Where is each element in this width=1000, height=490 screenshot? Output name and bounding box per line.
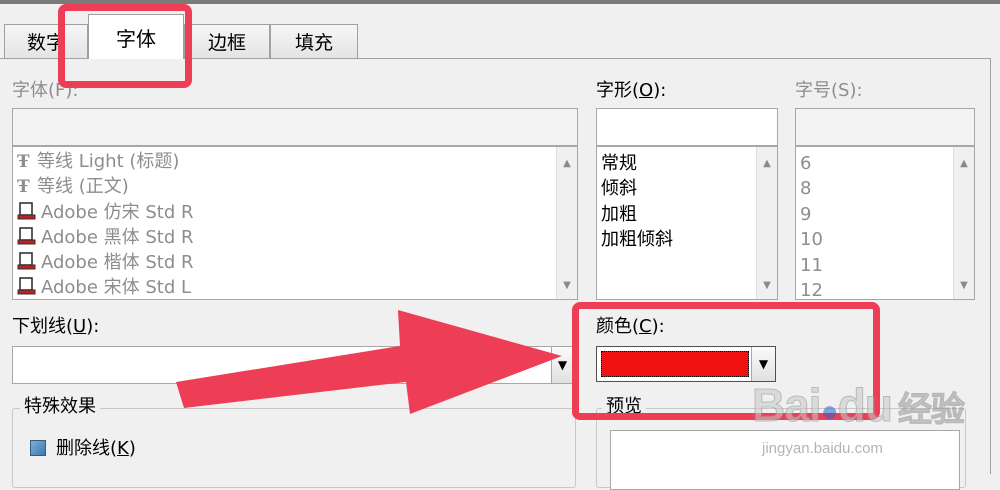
font-list[interactable]: Ŧ 等线 Light (标题) Ŧ 等线 (正文) Adobe 仿宋 Std R A… <box>12 146 578 300</box>
tab-fill[interactable]: 填充 <box>270 24 358 58</box>
strikethrough-label: 删除线(K) <box>56 438 136 459</box>
scroll-down-icon[interactable]: ▼ <box>757 277 777 295</box>
underline-label: 下划线(U): <box>12 316 100 337</box>
printer-font-icon <box>17 201 37 221</box>
list-item[interactable]: Ŧ 等线 (正文) <box>17 174 129 199</box>
list-item[interactable]: 11 <box>800 253 823 278</box>
font-item-text: Adobe 仿宋 Std R <box>41 202 194 223</box>
font-item-text: 等线 (正文) <box>37 176 129 197</box>
watermark: Bai●du 经验 jingyan.baidu.com <box>752 372 992 472</box>
effects-legend: 特殊效果 <box>20 396 100 418</box>
printer-font-icon <box>17 226 37 246</box>
tab-highlight-frame <box>58 4 192 88</box>
list-item[interactable]: Adobe 黑体 Std R <box>17 225 194 250</box>
printer-font-icon <box>17 251 37 271</box>
scroll-up-icon[interactable]: ▲ <box>557 155 577 173</box>
strikethrough-checkbox[interactable] <box>30 440 46 456</box>
list-item[interactable]: 9 <box>800 202 811 227</box>
font-item-text: Adobe 黑体 Std R <box>41 227 194 248</box>
font-list-scrollbar[interactable]: ▲ ▼ <box>556 147 577 299</box>
font-item-text: Adobe 楷体 Std R <box>41 252 194 273</box>
list-item[interactable]: 加粗倾斜 <box>601 227 673 252</box>
scroll-down-icon[interactable]: ▼ <box>557 277 577 295</box>
size-label: 字号(S): <box>795 80 863 101</box>
font-item-text: 等线 Light (标题) <box>37 151 180 172</box>
watermark-brand: Bai●du 经验 <box>752 379 966 432</box>
tab-border-label: 边框 <box>207 32 246 54</box>
size-list[interactable]: 6 8 9 10 11 12 ▲ ▼ <box>795 146 975 300</box>
scroll-up-icon[interactable]: ▲ <box>757 155 777 173</box>
truetype-icon: Ŧ <box>17 152 30 172</box>
font-item-text: Adobe 宋体 Std L <box>41 277 192 298</box>
list-item[interactable]: 常规 <box>601 151 637 176</box>
list-item[interactable]: Adobe 宋体 Std L <box>17 275 192 299</box>
style-input[interactable] <box>596 108 778 146</box>
list-item[interactable]: 12 <box>800 278 823 299</box>
list-item[interactable]: 加粗 <box>601 202 637 227</box>
size-input[interactable] <box>795 108 975 146</box>
list-item[interactable]: Adobe 楷体 Std R <box>17 250 194 275</box>
font-input[interactable] <box>12 108 578 146</box>
list-item[interactable]: 6 <box>800 151 811 176</box>
watermark-url: jingyan.baidu.com <box>762 440 883 457</box>
list-item[interactable]: 8 <box>800 176 811 201</box>
tab-fill-label: 填充 <box>294 32 333 54</box>
list-item[interactable]: Ŧ 等线 Light (标题) <box>17 149 179 174</box>
paw-icon: ● <box>820 395 839 428</box>
style-label: 字形(O): <box>596 80 667 101</box>
printer-font-icon <box>17 276 37 296</box>
list-item[interactable]: 倾斜 <box>601 176 637 201</box>
style-list-scrollbar[interactable]: ▲ ▼ <box>756 147 777 299</box>
truetype-icon: Ŧ <box>17 177 30 197</box>
scroll-up-icon[interactable]: ▲ <box>954 155 974 173</box>
list-item[interactable]: Adobe 仿宋 Std R <box>17 200 194 225</box>
scroll-down-icon[interactable]: ▼ <box>954 277 974 295</box>
tab-border[interactable]: 边框 <box>184 24 270 58</box>
arrow-icon <box>176 310 562 414</box>
style-list[interactable]: 常规 倾斜 加粗 加粗倾斜 ▲ ▼ <box>596 146 778 300</box>
list-item[interactable]: 10 <box>800 227 823 252</box>
size-list-scrollbar[interactable]: ▲ ▼ <box>953 147 974 299</box>
